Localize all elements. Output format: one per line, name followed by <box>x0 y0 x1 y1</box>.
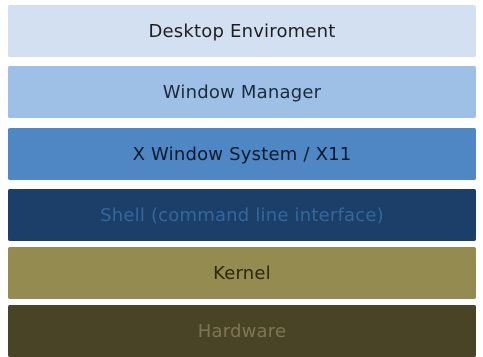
layer-desktop-environment: Desktop Enviroment <box>8 5 476 57</box>
layer-desktop-environment-label: Desktop Enviroment <box>148 20 336 42</box>
layer-shell-label: Shell (command line interface) <box>100 204 384 226</box>
layer-hardware: Hardware <box>8 305 476 357</box>
layer-x-window-system-label: X Window System / X11 <box>132 143 352 165</box>
layer-window-manager: Window Manager <box>8 66 476 118</box>
layer-window-manager-label: Window Manager <box>162 81 322 103</box>
layer-x-window-system: X Window System / X11 <box>8 128 476 180</box>
layer-hardware-label: Hardware <box>197 320 287 342</box>
layer-kernel: Kernel <box>8 247 476 299</box>
layer-shell: Shell (command line interface) <box>8 189 476 241</box>
layer-kernel-label: Kernel <box>213 262 271 284</box>
